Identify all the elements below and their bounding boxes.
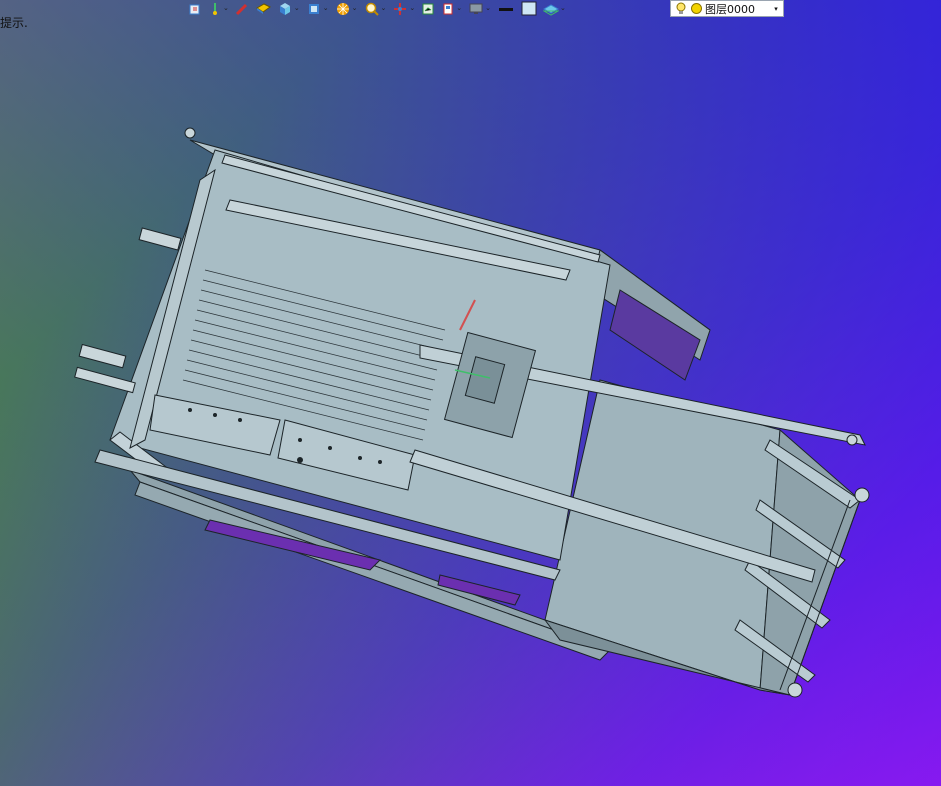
- layer-state-icon[interactable]: ⌄: [543, 1, 566, 16]
- chevron-down-icon[interactable]: ▾: [769, 1, 783, 16]
- cube-icon[interactable]: ⌄: [277, 1, 300, 16]
- axis-icon[interactable]: ⌄: [392, 1, 415, 16]
- zoom-icon[interactable]: ⌄: [364, 1, 387, 16]
- chevron-down-icon[interactable]: ⌄: [456, 5, 462, 12]
- frame-icon[interactable]: [421, 1, 435, 16]
- chevron-down-icon[interactable]: ⌄: [223, 5, 229, 12]
- box-yellow-icon[interactable]: [255, 1, 271, 16]
- section-icon[interactable]: ⌄: [441, 1, 462, 16]
- layer-dropdown[interactable]: 图层0000 ▾: [670, 0, 784, 17]
- insert-icon[interactable]: [188, 1, 202, 16]
- model-viewport[interactable]: 提示. ⌄ ⌄ ⌄ ⌄ ⌄ ⌄ ⌄ ⌄ ⌄ 图层0000 ▾: [0, 0, 941, 786]
- bulb-icon[interactable]: [675, 2, 687, 16]
- toolbar: ⌄ ⌄ ⌄ ⌄ ⌄ ⌄ ⌄ ⌄ ⌄: [188, 0, 572, 17]
- machine-model-3d[interactable]: [0, 0, 941, 786]
- pointer-icon[interactable]: ⌄: [208, 1, 229, 16]
- render-wheel-icon[interactable]: ⌄: [335, 1, 358, 16]
- chevron-down-icon[interactable]: ⌄: [485, 5, 491, 12]
- hint-text: 提示.: [0, 16, 28, 30]
- chevron-down-icon[interactable]: ⌄: [294, 5, 300, 12]
- display-icon[interactable]: ⌄: [468, 1, 491, 16]
- chevron-down-icon[interactable]: ⌄: [381, 5, 387, 12]
- chevron-down-icon[interactable]: ⌄: [560, 5, 566, 12]
- sun-icon[interactable]: [690, 2, 703, 15]
- line-weight-icon[interactable]: [497, 1, 515, 16]
- layer-name: 图层0000: [705, 2, 755, 16]
- view-cube-icon[interactable]: ⌄: [306, 1, 329, 16]
- chevron-down-icon[interactable]: ⌄: [352, 5, 358, 12]
- color-swatch-icon[interactable]: [521, 1, 537, 16]
- pen-icon[interactable]: [235, 1, 249, 16]
- chevron-down-icon[interactable]: ⌄: [323, 5, 329, 12]
- chevron-down-icon[interactable]: ⌄: [409, 5, 415, 12]
